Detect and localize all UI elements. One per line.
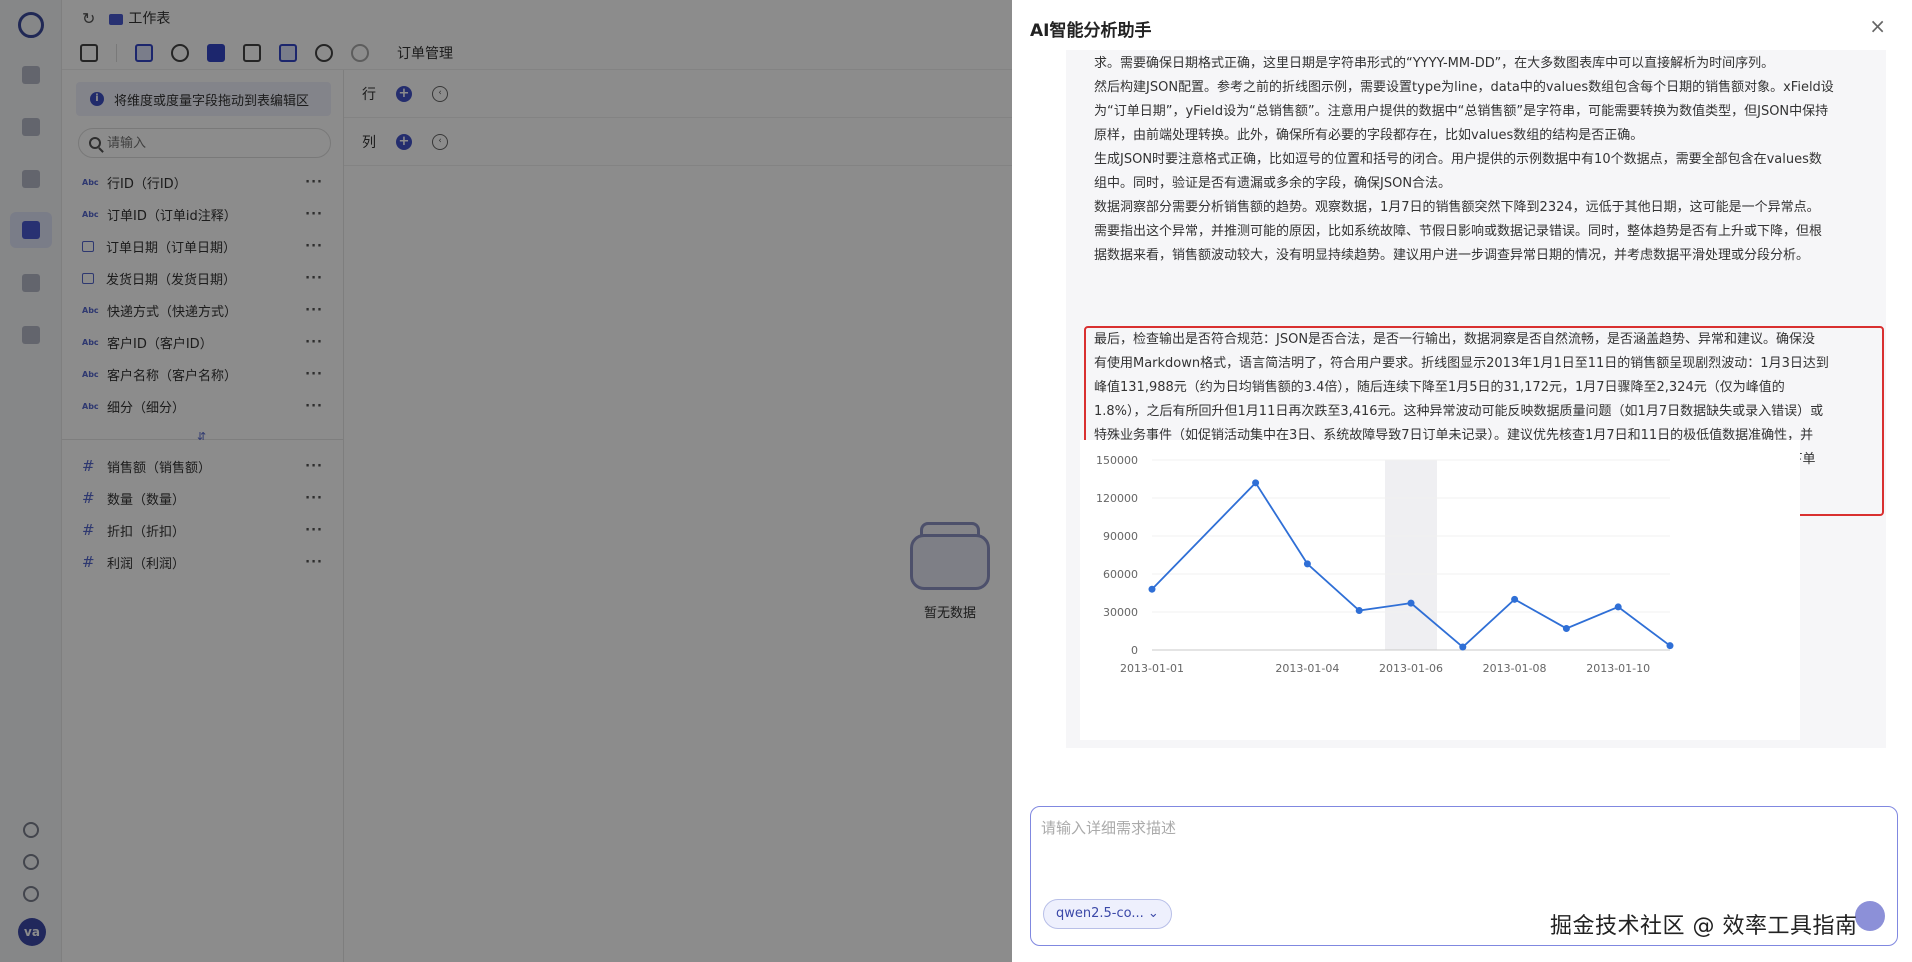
insight-line: 最后，检查输出是否符合规范：JSON是否合法，是否一行输出，数据洞察是否自然流畅… (1094, 332, 1816, 347)
insight-line: 峰值131,988元（约为日均销售额的3.4倍），随后连续下降至1月5日的31,… (1094, 380, 1785, 395)
message-line: 需要指出这个异常，并推测可能的原因，比如系统故障、节假日影响或数据记录错误。同时… (1094, 224, 1823, 239)
close-button[interactable]: × (1869, 14, 1886, 38)
reasoning-text: 求。需要确保日期格式正确，这里日期是字符串形式的“YYYY-MM-DD”，在大多… (1094, 52, 1886, 268)
data-point[interactable] (1614, 603, 1622, 611)
x-tick-label: 2013-01-04 (1275, 662, 1339, 675)
drawer-title: AI智能分析助手 (1030, 21, 1152, 41)
sales-line-chart: 0 30000 60000 90000 120000 150000 2013-01-01 20… (1080, 440, 1800, 740)
data-point[interactable] (1562, 624, 1570, 632)
model-selector[interactable]: qwen2.5-co... ⌄ (1043, 899, 1172, 929)
ai-assistant-drawer: AI智能分析助手 × 求。需要确保日期格式正确，这里日期是字符串形式的“YYYY… (1012, 0, 1912, 962)
data-point[interactable] (1459, 643, 1467, 651)
x-tick-label: 2013-01-01 (1120, 662, 1184, 675)
y-tick-label: 0 (1131, 644, 1138, 657)
data-point[interactable] (1148, 585, 1156, 593)
prompt-input[interactable] (1041, 817, 1881, 877)
message-line: 据数据来看，销售额波动较大，没有明显持续趋势。建议用户进一步调查异常日期的情况，… (1094, 248, 1810, 263)
message-line: 为“订单日期”，yField设为“总销售额”。注意用户提供的数据中“总销售额”是… (1094, 104, 1829, 119)
message-line: 然后构建JSON配置。参考之前的折线图示例，需要设置type为line，data… (1094, 80, 1834, 95)
y-tick-label: 150000 (1096, 454, 1138, 467)
data-point[interactable] (1407, 599, 1415, 607)
message-line: 原样，由前端处理转换。此外，确保所有必要的字段都存在，比如values数组的结构… (1094, 128, 1644, 143)
y-tick-label: 30000 (1103, 606, 1138, 619)
x-tick-label: 2013-01-06 (1379, 662, 1443, 675)
message-line: 生成JSON时要注意格式正确，比如逗号的位置和括号的闭合。用户提供的示例数据中有… (1094, 152, 1822, 167)
data-point[interactable] (1252, 479, 1260, 487)
message-line: 求。需要确保日期格式正确，这里日期是字符串形式的“YYYY-MM-DD”，在大多… (1094, 56, 1775, 71)
data-point[interactable] (1303, 560, 1311, 568)
send-button[interactable] (1855, 901, 1885, 931)
y-tick-label: 60000 (1103, 568, 1138, 581)
y-tick-label: 120000 (1096, 492, 1138, 505)
data-point[interactable] (1355, 607, 1363, 615)
assistant-message: 求。需要确保日期格式正确，这里日期是字符串形式的“YYYY-MM-DD”，在大多… (1066, 50, 1886, 748)
y-tick-label: 90000 (1103, 530, 1138, 543)
hover-band (1385, 460, 1437, 650)
data-point[interactable] (1666, 642, 1674, 650)
x-tick-label: 2013-01-08 (1483, 662, 1547, 675)
watermark: 掘金技术社区 @ 效率工具指南 (1550, 914, 1858, 939)
insight-line: 1.8%），之后有所回升但1月11日再次跌至3,416元。这种异常波动可能反映数… (1094, 404, 1824, 419)
data-point[interactable] (1511, 595, 1519, 603)
x-tick-label: 2013-01-10 (1586, 662, 1650, 675)
insight-line: 有使用Markdown格式，语言简洁明了，符合用户要求。折线图显示2013年1月… (1094, 356, 1829, 371)
message-line: 数据洞察部分需要分析销售额的趋势。观察数据，1月7日的销售额突然下降到2324，… (1094, 200, 1820, 215)
message-line: 组中。同时，验证是否有遗漏或多余的字段，确保JSON合法。 (1094, 176, 1452, 191)
